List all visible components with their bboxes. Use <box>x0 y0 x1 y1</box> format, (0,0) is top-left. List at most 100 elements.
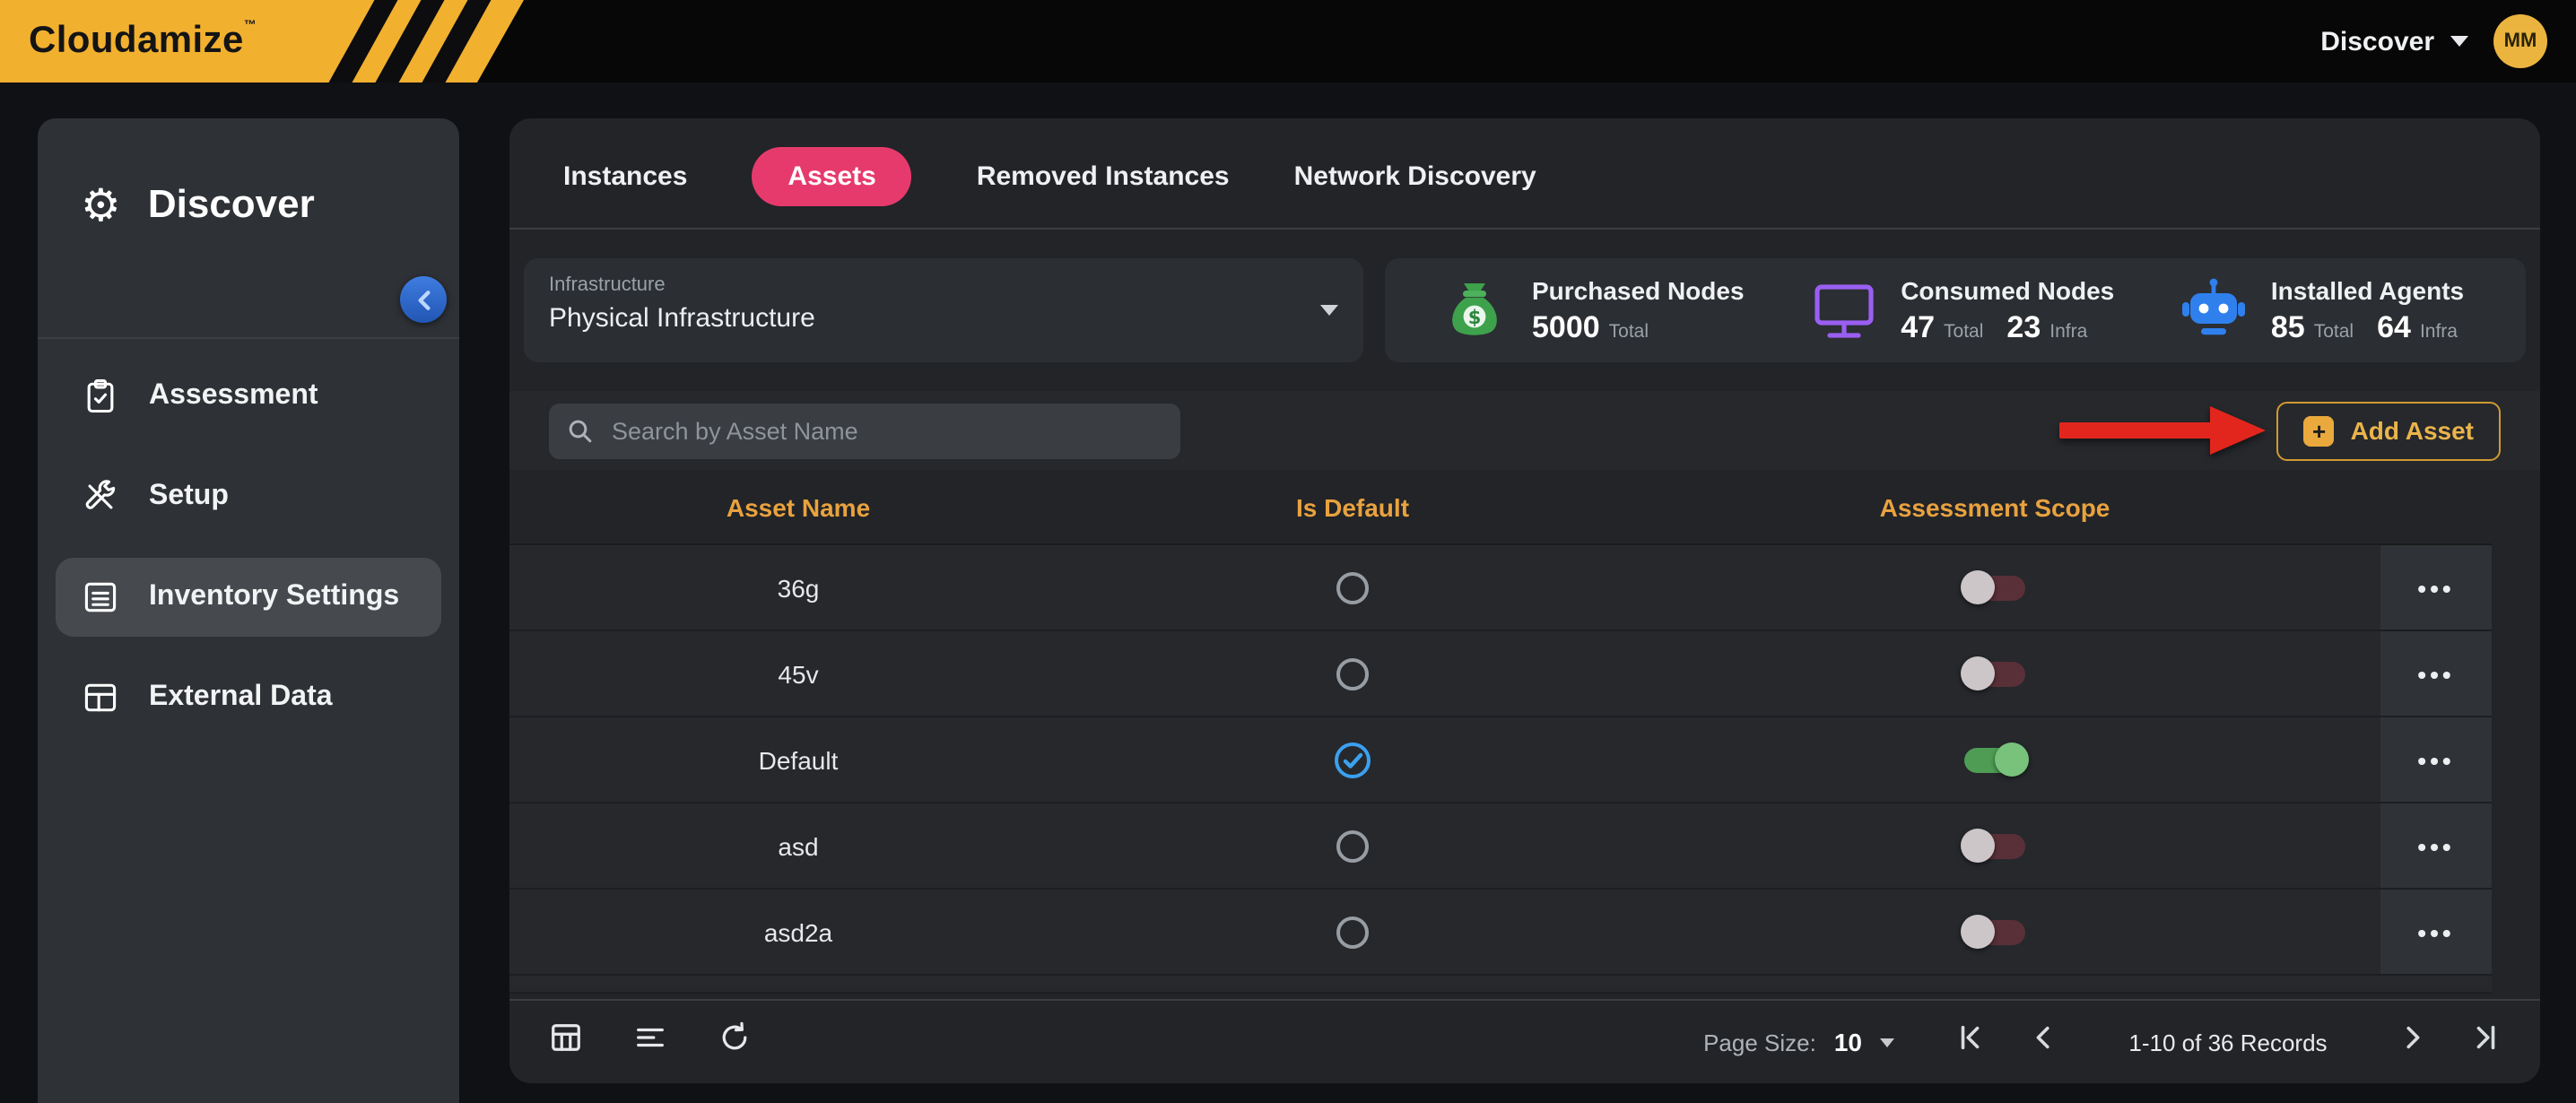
row-actions-button[interactable]: ••• <box>2380 803 2492 888</box>
pagination-controls: 1-10 of 36 Records <box>1955 1022 2501 1062</box>
row-actions-button[interactable]: ••• <box>2380 890 2492 974</box>
sidebar-item-setup[interactable]: Setup <box>56 457 441 536</box>
tab-assets[interactable]: Assets <box>752 147 911 206</box>
row-actions-button[interactable]: ••• <box>2380 631 2492 716</box>
discover-menu[interactable]: Discover <box>2320 26 2468 56</box>
check-circle-icon <box>1333 740 1372 779</box>
page-size-control[interactable]: Page Size: 10 <box>1703 1028 1894 1056</box>
first-page-button[interactable] <box>1955 1022 1986 1062</box>
tab-removed-instances[interactable]: Removed Instances <box>977 147 1230 206</box>
stat-infra: 23 <box>2006 309 2041 345</box>
is-default-radio[interactable] <box>1336 571 1369 604</box>
tools-icon <box>81 477 120 517</box>
table-icon <box>81 678 120 717</box>
topbar-right: Discover MM <box>2320 14 2576 68</box>
stat-installed-agents: Installed Agents 85 Total 64 Infra <box>2178 274 2472 346</box>
refresh-icon[interactable] <box>718 1020 752 1064</box>
assessment-scope-cell <box>1964 661 2025 686</box>
plus-icon: + <box>2304 415 2335 446</box>
discover-menu-label: Discover <box>2320 26 2434 56</box>
monitor-icon <box>1807 274 1879 346</box>
money-bag-icon: $ <box>1439 274 1510 346</box>
search-box[interactable] <box>549 403 1180 458</box>
asset-name-cell: 45v <box>778 659 818 688</box>
stat-total: 85 <box>2271 309 2305 345</box>
is-default-cell <box>1336 916 1369 948</box>
assessment-scope-toggle[interactable] <box>1964 919 2025 944</box>
table-row: Default ••• <box>509 717 2540 803</box>
table-toolbar: + Add Asset <box>509 391 2540 470</box>
sidebar-item-label: Assessment <box>149 380 318 413</box>
sidebar-collapse-button[interactable] <box>400 276 447 323</box>
stat-total-unit: Total <box>2314 320 2354 342</box>
sidebar-item-label: Inventory Settings <box>149 581 399 613</box>
is-default-cell <box>1333 740 1372 779</box>
next-page-button[interactable] <box>2397 1022 2427 1062</box>
search-input[interactable] <box>608 415 1162 446</box>
previous-page-button[interactable] <box>2029 1022 2059 1062</box>
gear-icon: ⚙ <box>81 182 121 227</box>
archive-icon <box>81 578 120 617</box>
is-default-radio[interactable] <box>1336 916 1369 948</box>
assessment-scope-cell <box>1964 575 2025 600</box>
user-avatar[interactable]: MM <box>2493 14 2547 68</box>
asset-name-cell: asd <box>778 831 818 860</box>
assessment-scope-toggle[interactable] <box>1964 833 2025 858</box>
is-default-radio[interactable] <box>1336 657 1369 690</box>
svg-text:$: $ <box>1468 307 1482 328</box>
records-range-label: 1-10 of 36 Records <box>2102 1029 2354 1055</box>
table-header: Asset Name Is Default Assessment Scope <box>509 470 2540 545</box>
page-size-label: Page Size: <box>1703 1029 1816 1055</box>
stat-infra: 64 <box>2377 309 2411 345</box>
sidebar-nav: Assessment Setup Inventory Settings Exte… <box>38 357 459 737</box>
is-default-radio[interactable] <box>1333 740 1372 779</box>
last-page-button[interactable] <box>2470 1022 2501 1062</box>
stat-purchased-nodes: $ Purchased Nodes 5000 Total <box>1439 274 1745 346</box>
toggle-knob <box>1961 570 1995 604</box>
sidebar-item-inventory-settings[interactable]: Inventory Settings <box>56 558 441 637</box>
assessment-scope-cell <box>1964 747 2025 772</box>
chevron-down-icon <box>2450 36 2468 47</box>
is-default-cell <box>1336 829 1369 862</box>
add-asset-label: Add Asset <box>2351 416 2474 445</box>
grid-view-icon[interactable] <box>549 1020 583 1064</box>
controls-row: Infrastructure Physical Infrastructure $… <box>524 258 2526 362</box>
stat-values: 85 Total 64 Infra <box>2271 309 2472 345</box>
sidebar-item-external-data[interactable]: External Data <box>56 658 441 737</box>
stat-title: Installed Agents <box>2271 275 2472 304</box>
table-row: asd ••• <box>509 803 2540 890</box>
column-header-assessment-scope: Assessment Scope <box>1880 492 2110 521</box>
row-actions-button[interactable]: ••• <box>2380 545 2492 630</box>
cloudamize-logo[interactable]: Cloudamize™ <box>0 0 524 83</box>
chevron-left-icon <box>412 288 435 311</box>
is-default-radio[interactable] <box>1336 829 1369 862</box>
stat-title: Purchased Nodes <box>1532 275 1745 304</box>
stat-infra-unit: Infra <box>2049 320 2087 342</box>
table-endcap <box>2492 543 2540 631</box>
add-asset-button[interactable]: + Add Asset <box>2277 401 2501 460</box>
assessment-scope-cell <box>1964 833 2025 858</box>
column-header-asset-name: Asset Name <box>727 492 870 521</box>
sidebar-item-label: Setup <box>149 481 229 513</box>
assessment-scope-toggle[interactable] <box>1964 661 2025 686</box>
robot-icon <box>2178 274 2250 346</box>
view-options <box>549 1020 752 1064</box>
list-view-icon[interactable] <box>633 1020 667 1064</box>
stat-total: 5000 <box>1532 309 1600 345</box>
row-actions-button[interactable]: ••• <box>2380 717 2492 802</box>
stat-total: 47 <box>1901 309 1935 345</box>
annotation-arrow <box>2059 404 2267 457</box>
stats-panel: $ Purchased Nodes 5000 Total <box>1385 258 2526 362</box>
toggle-knob <box>1961 656 1995 690</box>
infrastructure-select[interactable]: Infrastructure Physical Infrastructure <box>524 258 1363 362</box>
sidebar-item-assessment[interactable]: Assessment <box>56 357 441 436</box>
stat-infra-unit: Infra <box>2420 320 2458 342</box>
tab-instances[interactable]: Instances <box>563 147 687 206</box>
asset-name-cell: 36g <box>778 573 820 602</box>
chevron-down-icon <box>1320 305 1338 316</box>
assessment-scope-toggle[interactable] <box>1964 747 2025 772</box>
tab-network-discovery[interactable]: Network Discovery <box>1294 147 1536 206</box>
column-header-is-default: Is Default <box>1296 492 1409 521</box>
assessment-scope-toggle[interactable] <box>1964 575 2025 600</box>
main-panel: Instances Assets Removed Instances Netwo… <box>509 118 2540 1083</box>
